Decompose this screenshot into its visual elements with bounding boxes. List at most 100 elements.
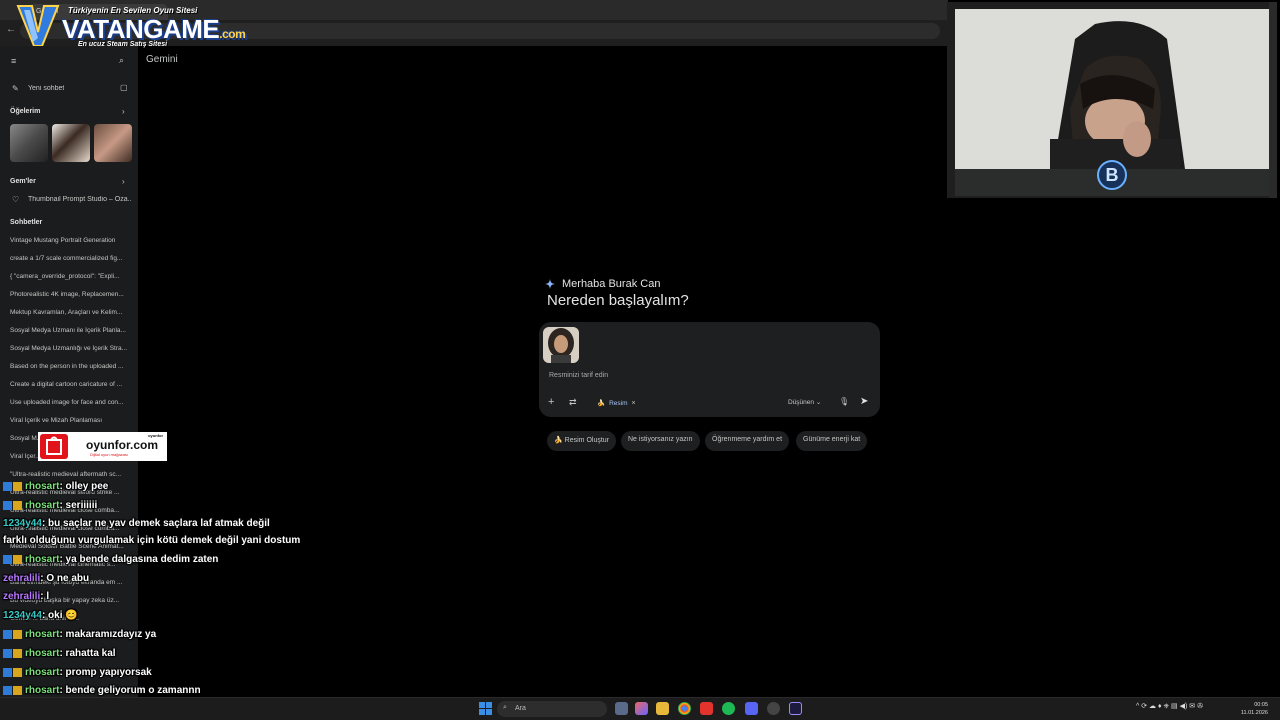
send-icon[interactable]: ➤ bbox=[860, 396, 868, 407]
sub-badge-icon bbox=[13, 685, 22, 695]
chat-history-item[interactable]: Based on the person in the uploaded ... bbox=[10, 363, 132, 370]
chat-history-item[interactable]: "Ultra-realistic medieval aftermath sc..… bbox=[10, 471, 132, 478]
channel-badge: B bbox=[1097, 160, 1127, 190]
chat-text: : rahatta kal bbox=[59, 648, 116, 659]
edit-icon: ✎ bbox=[12, 84, 19, 93]
suggestion-label: Ne istiyorsanız yazın bbox=[628, 436, 693, 443]
chat-text: : bende geliyorum o zamannn bbox=[59, 685, 201, 696]
task-view-icon[interactable] bbox=[615, 702, 628, 715]
chat-history-item[interactable]: Create a digital cartoon caricature of .… bbox=[10, 381, 132, 388]
obs-icon[interactable] bbox=[767, 702, 780, 715]
chat-message: rhosart: makaramızdayız ya bbox=[3, 629, 156, 640]
discord-icon[interactable] bbox=[745, 702, 758, 715]
suggestion-energy[interactable]: Günüme enerji kat bbox=[796, 431, 868, 451]
sub-badge-icon bbox=[13, 554, 22, 564]
chat-username: rhosart bbox=[25, 554, 60, 565]
chat-history-item[interactable]: Viral İçerik ve Mizah Planlaması bbox=[10, 417, 132, 424]
close-icon[interactable]: × bbox=[632, 400, 636, 407]
prime-badge-icon bbox=[3, 667, 12, 677]
chat-username: rhosart bbox=[25, 667, 60, 678]
chip-label: Resim bbox=[609, 399, 628, 407]
logo-name: VATANGAME bbox=[62, 14, 220, 44]
chat-badges bbox=[3, 481, 25, 492]
chat-message: rhosart: promp yapıyorsak bbox=[3, 667, 152, 678]
chrome-icon[interactable] bbox=[678, 702, 691, 715]
sub-badge-icon bbox=[13, 648, 22, 658]
sub-badge-icon bbox=[13, 481, 22, 491]
copilot-icon[interactable] bbox=[635, 702, 648, 715]
image-mode-chip[interactable]: 🍌 Resim × bbox=[591, 396, 642, 410]
system-tray[interactable]: ^ ⟳ ☁ ♦ ⎈ ▤ ◀) ✉ ✇ bbox=[1136, 702, 1203, 711]
tools-icon[interactable]: ⇄ bbox=[569, 397, 577, 408]
chat-message: rhosart: seriiiiii bbox=[3, 500, 97, 511]
chat-bubble-icon[interactable]: ▢ bbox=[120, 83, 128, 92]
chat-username: zehralili bbox=[3, 573, 41, 584]
chat-text: : promp yapıyorsak bbox=[59, 667, 152, 678]
search-label: Ara bbox=[515, 705, 526, 712]
prime-badge-icon bbox=[3, 500, 12, 510]
chat-history-item[interactable]: Vintage Mustang Portrait Generation bbox=[10, 237, 132, 244]
chevron-right-icon[interactable]: › bbox=[122, 107, 125, 116]
shop-bag-icon bbox=[40, 434, 68, 459]
ad-name: oyunfor.com bbox=[86, 438, 159, 452]
prompt-input[interactable]: Resminizi tarif edin bbox=[549, 372, 608, 379]
back-arrow-icon[interactable]: ← bbox=[6, 24, 16, 35]
item-thumbnail-2[interactable] bbox=[52, 124, 90, 162]
chat-history-item[interactable]: Photorealistic 4K image, Replacemen... bbox=[10, 291, 132, 298]
prime-badge-icon bbox=[3, 481, 12, 491]
chat-message: rhosart: rahatta kal bbox=[3, 648, 116, 659]
taskbar-clock[interactable]: 00:05 11.01.2026 bbox=[1228, 701, 1268, 717]
chat-history-item[interactable]: Sosyal Medya Uzmanlığı ve İçerik Stra... bbox=[10, 345, 132, 352]
file-explorer-icon[interactable] bbox=[656, 702, 669, 715]
chevron-right-icon[interactable]: › bbox=[122, 177, 125, 186]
chat-text: : olley pee bbox=[59, 481, 109, 492]
suggestion-label: Günüme enerji kat bbox=[803, 436, 861, 443]
webcam-feed bbox=[955, 9, 1269, 169]
chat-badges bbox=[3, 629, 25, 640]
chat-message: rhosart: ya bende dalgasına dedim zaten bbox=[3, 554, 218, 565]
webcam-overlay: B bbox=[947, 2, 1277, 198]
chat-history-item[interactable]: Mektup Kavramları, Araçları ve Kelim... bbox=[10, 309, 132, 316]
windows-start-icon[interactable] bbox=[479, 702, 492, 715]
new-chat-button[interactable]: Yeni sohbet bbox=[28, 85, 64, 92]
prime-badge-icon bbox=[3, 685, 12, 695]
item-thumbnail-1[interactable] bbox=[10, 124, 48, 162]
chat-text: : oki 😊 bbox=[41, 610, 78, 621]
gem-heart-icon: ♡ bbox=[12, 195, 20, 204]
chat-badges bbox=[3, 667, 25, 678]
oyunfor-ad: oyunfor oyunfor.com Dijital oyun mağazas… bbox=[38, 432, 167, 461]
spotify-icon[interactable] bbox=[722, 702, 735, 715]
suggestion-write[interactable]: Ne istiyorsanız yazın bbox=[621, 431, 700, 451]
ad-tagline: Dijital oyun mağazası bbox=[90, 452, 129, 457]
sub-badge-icon bbox=[13, 667, 22, 677]
chat-history-item[interactable]: create a 1/7 scale commercialized fig... bbox=[10, 255, 132, 262]
item-thumbnail-3[interactable] bbox=[94, 124, 132, 162]
portrait-image bbox=[543, 327, 579, 363]
microphone-icon[interactable]: 🎙 bbox=[839, 397, 849, 406]
vivaldi-icon[interactable] bbox=[700, 702, 713, 715]
clock-date: 11.01.2026 bbox=[1240, 710, 1268, 716]
suggestion-create-image[interactable]: 🍌 Resim Oluştur bbox=[547, 431, 617, 451]
menu-icon[interactable]: ≡ bbox=[11, 56, 16, 66]
search-icon[interactable]: ⌕ bbox=[119, 55, 124, 66]
chat-history-item[interactable]: Sosyal Medya Uzmanı ile İçerik Planla... bbox=[10, 327, 132, 334]
taskbar-search[interactable]: ⌕ Ara bbox=[497, 701, 607, 717]
banana-icon: 🍌 bbox=[554, 437, 563, 444]
add-attachment-button[interactable]: + bbox=[548, 396, 554, 408]
greeting-text: Merhaba Burak Can bbox=[562, 278, 661, 290]
clock-time: 00:05 bbox=[1254, 702, 1268, 708]
chat-history-item[interactable]: { "camera_override_protocol": "Expli... bbox=[10, 273, 132, 280]
chat-history-item[interactable]: Use uploaded image for face and con... bbox=[10, 399, 132, 406]
premiere-icon[interactable] bbox=[789, 702, 802, 715]
uploaded-image-thumbnail[interactable] bbox=[543, 327, 579, 363]
prime-badge-icon bbox=[3, 648, 12, 658]
chat-username: rhosart bbox=[25, 500, 60, 511]
model-select-button[interactable]: Düşünen ⌄ bbox=[788, 398, 821, 406]
model-label: Düşünen bbox=[788, 399, 815, 406]
chat-username: rhosart bbox=[25, 629, 60, 640]
chat-badges bbox=[3, 685, 25, 696]
gem-item[interactable]: Thumbnail Prompt Studio – Oza... bbox=[28, 196, 132, 203]
suggestion-label: Resim Oluştur bbox=[564, 437, 610, 444]
suggestion-learn[interactable]: Öğrenmeme yardım et bbox=[705, 431, 790, 451]
gems-heading: Gem'ler bbox=[10, 178, 36, 185]
